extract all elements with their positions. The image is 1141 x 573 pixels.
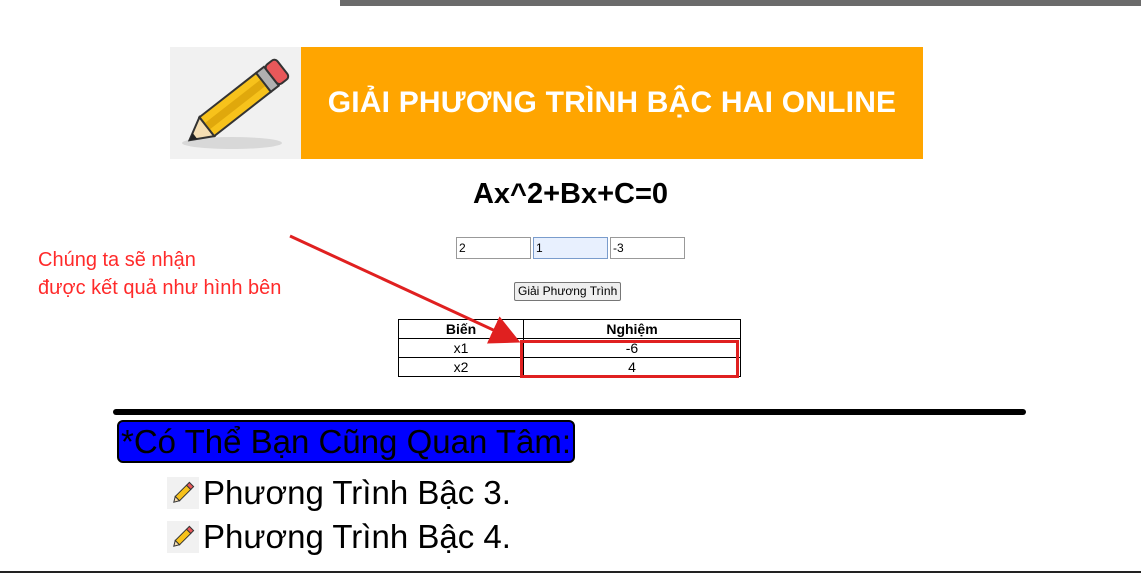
table-header-row: Biến Nghiệm (398, 319, 741, 339)
link-label[interactable]: Phương Trình Bậc 3. (203, 474, 511, 512)
annotation-line-1: Chúng ta sẽ nhận (38, 249, 196, 271)
link-label[interactable]: Phương Trình Bậc 4. (203, 518, 511, 556)
header-variable: Biến (398, 319, 524, 339)
coefficient-b-input[interactable] (533, 237, 608, 259)
annotation-text: Chúng ta sẽ nhận được kết quả như hình b… (38, 246, 281, 302)
suggestions-heading: *Có Thể Bạn Cũng Quan Tâm: (117, 420, 576, 463)
coefficient-a-input[interactable] (456, 237, 531, 259)
page-banner: GIẢI PHƯƠNG TRÌNH BẬC HAI ONLINE (301, 47, 923, 159)
cell-variable: x1 (398, 338, 524, 358)
annotation-line-2: được kết quả như hình bên (38, 277, 282, 299)
cell-variable: x2 (398, 357, 524, 377)
pencil-icon (167, 477, 199, 509)
link-quartic-equation[interactable]: Phương Trình Bậc 4. (167, 518, 511, 556)
link-cubic-equation[interactable]: Phương Trình Bậc 3. (167, 474, 511, 512)
pencil-logo-icon (170, 47, 301, 159)
coefficient-c-input[interactable] (610, 237, 685, 259)
header-root: Nghiệm (523, 319, 741, 339)
equation-label: Ax^2+Bx+C=0 (472, 178, 669, 210)
page-title: GIẢI PHƯƠNG TRÌNH BẬC HAI ONLINE (327, 86, 897, 119)
solve-button[interactable]: Giải Phương Trình (514, 282, 622, 301)
top-bar (340, 0, 1141, 6)
section-divider (113, 409, 1026, 415)
result-highlight-box (520, 340, 739, 378)
pencil-icon (167, 521, 199, 553)
